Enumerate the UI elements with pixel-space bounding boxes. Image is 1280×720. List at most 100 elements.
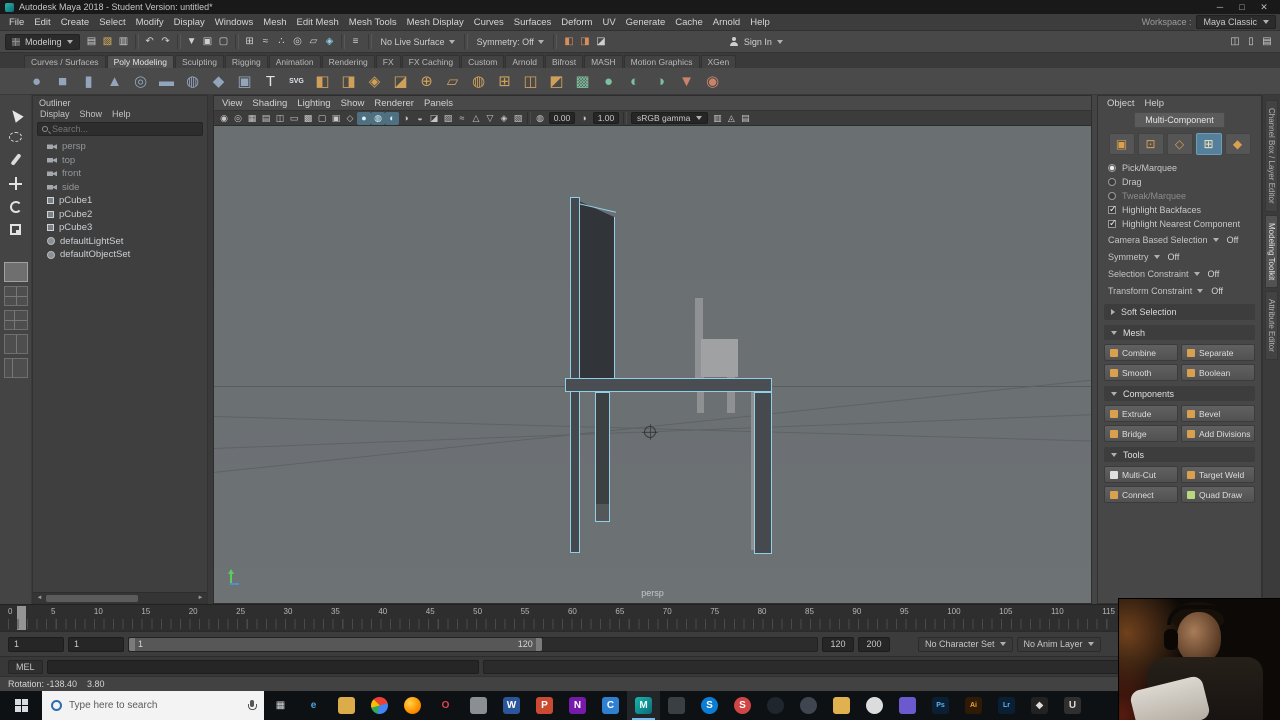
menu-item[interactable]: Deform — [556, 17, 597, 28]
select-component-icon[interactable]: ▢ — [216, 34, 232, 50]
shelf-tab-fx-caching[interactable]: FX Caching — [401, 55, 461, 68]
illustrator-icon[interactable]: Ai — [957, 691, 990, 720]
status-icon[interactable] — [176, 34, 181, 49]
multi-cut-button[interactable]: Multi-Cut — [1104, 466, 1178, 483]
live-surface-select[interactable]: No Live Surface — [376, 37, 460, 47]
menu-item[interactable]: UV — [597, 17, 620, 28]
firefox-icon[interactable] — [396, 691, 429, 720]
paint-select-tool-icon[interactable] — [9, 153, 22, 166]
outliner-item-pcube1[interactable]: pCube1 — [47, 194, 207, 208]
status-icon[interactable] — [234, 34, 239, 49]
outliner-item-defaultlightset[interactable]: defaultLightSet — [47, 235, 207, 249]
shelf-tab-sculpting[interactable]: Sculpting — [174, 55, 224, 68]
viewport-options-icon[interactable]: ▤ — [738, 112, 752, 125]
lights-icon[interactable]: ◐ — [385, 111, 399, 125]
quad-draw-shelf-icon[interactable]: ▱ — [440, 69, 465, 93]
shelf-tab-animation[interactable]: Animation — [268, 55, 321, 68]
combine-button[interactable]: Combine — [1104, 344, 1178, 361]
viewport-renderer-icon[interactable]: ◬ — [724, 112, 738, 125]
exposure-field[interactable]: 0.00 — [549, 112, 575, 124]
layout-two-pane-button[interactable] — [3, 334, 28, 354]
close-button[interactable]: ✕ — [1253, 0, 1275, 14]
shelf-tab-curves-surfaces[interactable]: Curves / Surfaces — [24, 55, 106, 68]
taskbar-search-input[interactable] — [69, 700, 241, 711]
tweak-marquee-radio[interactable]: Tweak/Marquee — [1098, 189, 1261, 203]
drag-radio[interactable]: Drag — [1098, 175, 1261, 189]
ipr-render-icon[interactable]: ◨ — [577, 34, 593, 50]
powerpoint-icon[interactable]: P — [528, 691, 561, 720]
outliner-horizontal-scrollbar[interactable]: ◄ ► — [33, 592, 207, 603]
select-object-icon[interactable]: ▣ — [200, 34, 216, 50]
object-mode-icon[interactable]: ▣ — [1108, 133, 1135, 155]
toolkit-menu-item[interactable]: Help — [1139, 98, 1169, 109]
separate-button[interactable]: Separate — [1181, 344, 1255, 361]
extrude-button[interactable]: Extrude — [1104, 405, 1178, 422]
shelf-tab-motion-graphics[interactable]: Motion Graphics — [623, 55, 700, 68]
chrome-icon[interactable] — [363, 691, 396, 720]
shelf-tab-rigging[interactable]: Rigging — [224, 55, 268, 68]
vertex-mode-icon[interactable]: ⊡ — [1137, 133, 1164, 155]
outliner-item-pcube2[interactable]: pCube2 — [47, 208, 207, 222]
extrude-shelf-icon[interactable]: ◧ — [310, 69, 335, 93]
gradient-background-icon[interactable]: ▥ — [710, 112, 724, 125]
select-hierarchy-icon[interactable]: ▼ — [184, 34, 200, 50]
film-gate-icon[interactable]: ▭ — [287, 112, 301, 125]
vscode-icon[interactable]: C — [594, 691, 627, 720]
combine-shelf-icon[interactable]: ▩ — [570, 69, 595, 93]
word-icon[interactable]: W — [495, 691, 528, 720]
multisample-icon[interactable]: ▨ — [441, 112, 455, 125]
shaded-icon[interactable]: ● — [357, 111, 371, 125]
toggle-attribute-editor-icon[interactable]: ▯ — [1243, 34, 1259, 50]
scrollbar-thumb[interactable] — [46, 594, 138, 602]
time-slider[interactable]: 0 5 10 15 20 25 30 35 40 45 50 55 60 65 70 75 80 85 90 95 10… — [0, 604, 1280, 631]
select-camera-icon[interactable]: ◉ — [217, 112, 231, 125]
motion-blur-icon[interactable]: ≈ — [455, 112, 469, 125]
toggle-tool-settings-icon[interactable]: ▤ — [1259, 34, 1275, 50]
edge-icon[interactable]: e — [297, 691, 330, 720]
menu-item[interactable]: Display — [169, 17, 210, 28]
poly-disc-icon[interactable]: ◍ — [180, 69, 205, 93]
poly-pipe-icon[interactable]: ▣ — [232, 69, 257, 93]
layout-single-pane-button[interactable] — [3, 262, 28, 282]
layout-outliner-persp-button[interactable] — [3, 358, 28, 378]
tools-section-header[interactable]: Tools — [1104, 447, 1255, 462]
undo-icon[interactable]: ↶ — [142, 34, 158, 50]
animation-start-field[interactable]: 1 — [8, 636, 64, 652]
gamma-icon[interactable]: ◑ — [577, 112, 591, 125]
reduce-shelf-icon[interactable]: ▼ — [674, 69, 699, 93]
lasso-tool-icon[interactable] — [9, 132, 22, 142]
snap-curve-icon[interactable]: ≈ — [258, 34, 274, 50]
snap-center-icon[interactable]: ◎ — [290, 34, 306, 50]
safe-action-icon[interactable]: ▢ — [315, 112, 329, 125]
symmetry-dropdown[interactable]: Symmetry Off — [1098, 248, 1261, 265]
outliner-item-side[interactable]: side — [47, 181, 207, 195]
menu-item[interactable]: Mesh Display — [402, 17, 469, 28]
face-mode-icon[interactable]: ◆ — [1224, 133, 1251, 155]
poly-cube-icon[interactable]: ■ — [50, 69, 75, 93]
move-tool-icon[interactable] — [9, 177, 22, 190]
render-icon[interactable]: ◧ — [561, 34, 577, 50]
outliner-item-persp[interactable]: persp — [47, 140, 207, 154]
outliner-menu-item[interactable]: Show — [75, 109, 108, 119]
viewport-menu-item[interactable]: Lighting — [292, 98, 335, 109]
shelf-tab-poly-modeling[interactable]: Poly Modeling — [106, 55, 174, 68]
playback-start-field[interactable]: 1 — [68, 636, 124, 652]
rotate-tool-icon[interactable] — [9, 201, 22, 213]
menu-item[interactable]: Mesh — [258, 17, 291, 28]
shelf-tab-fx[interactable]: FX — [375, 55, 401, 68]
open-scene-icon[interactable]: ▧ — [100, 34, 116, 50]
menu-item[interactable]: Help — [745, 17, 775, 28]
boolean-button[interactable]: Boolean — [1181, 364, 1255, 381]
poly-torus-icon[interactable]: ◎ — [128, 69, 153, 93]
menu-item[interactable]: Select — [94, 17, 130, 28]
menu-item[interactable]: Cache — [670, 17, 707, 28]
snap-plane-icon[interactable]: ▱ — [306, 34, 322, 50]
github-icon[interactable] — [858, 691, 891, 720]
highlight-nearest-component-checkbox[interactable]: Highlight Nearest Component — [1098, 217, 1261, 231]
lock-camera-icon[interactable]: ◎ — [231, 112, 245, 125]
viewport-canvas[interactable]: persp — [214, 126, 1091, 603]
sign-in-button[interactable]: Sign In — [730, 37, 783, 47]
scale-tool-icon[interactable] — [10, 224, 21, 235]
new-scene-icon[interactable]: ▤ — [84, 34, 100, 50]
connect-button[interactable]: Connect — [1104, 486, 1178, 503]
